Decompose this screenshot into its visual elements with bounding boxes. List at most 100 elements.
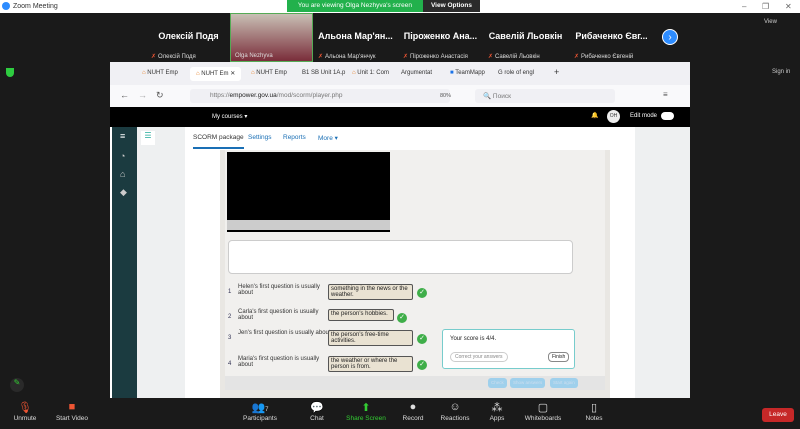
- participants-button[interactable]: 👥7 Participants: [235, 401, 285, 422]
- participant-tile-video[interactable]: Olga Nezhyva: [230, 13, 313, 62]
- minimize-icon[interactable]: –: [742, 2, 746, 11]
- answer-drop[interactable]: something in the news or the weather.: [328, 284, 413, 300]
- activity-footer: Check Show answers Start again: [225, 376, 605, 390]
- unmute-button[interactable]: 🎙 Unmute: [0, 401, 50, 422]
- dashboard-icon[interactable]: ◔: [120, 151, 125, 161]
- browser-tab[interactable]: ⌂ Unit 1: Com: [346, 67, 395, 81]
- participant-tile[interactable]: Рибаченко Євг... ✗ Рибаченко Євгеній: [570, 13, 653, 62]
- tab-label: NUHT Emp: [147, 70, 178, 76]
- browser-tab[interactable]: Argumentat: [395, 67, 438, 81]
- participant-small-name: Альона Мар'янчук: [325, 54, 376, 60]
- url-bar[interactable]: https://empower.gov.ua/mod/scorm/player.…: [190, 89, 450, 103]
- reactions-label: Reactions: [440, 415, 470, 422]
- window-title: Zoom Meeting: [13, 3, 58, 10]
- chat-button[interactable]: 💬 Chat: [292, 401, 342, 422]
- reload-icon[interactable]: ↻: [156, 90, 164, 101]
- tab-scorm-package[interactable]: SCORM package: [193, 134, 244, 149]
- whiteboard-icon: ▢: [537, 402, 549, 414]
- question-row: 1 Helen's first question is usually about…: [225, 284, 427, 306]
- tab-settings[interactable]: Settings: [248, 134, 272, 141]
- tab-label: NUHT Em: [201, 71, 229, 77]
- answer-drop[interactable]: the person's free-time activities.: [328, 330, 413, 346]
- participant-tile[interactable]: Савелій Льовкін ✗ Савелій Льовкін: [484, 13, 567, 62]
- notes-icon: ▯: [590, 402, 598, 414]
- scorm-region: 1 Helen's first question is usually about…: [185, 150, 635, 398]
- unmute-label: Unmute: [13, 415, 37, 422]
- show-answers-button[interactable]: Show answers: [510, 378, 546, 388]
- participant-name: Олексій Подя: [158, 31, 219, 41]
- question-row: 2 Carla's first question is usually about…: [225, 309, 425, 331]
- viewing-label: You are viewing Olga Nezhyva's screen: [287, 0, 423, 12]
- url-path: /mod/scorm/player.php: [276, 92, 343, 99]
- participant-count: 7: [265, 407, 269, 413]
- view-button[interactable]: View: [764, 19, 777, 25]
- finish-button[interactable]: Finish: [548, 352, 570, 362]
- answer-drop[interactable]: the weather or where the person is from.: [328, 356, 413, 372]
- new-tab-plus-icon[interactable]: +: [548, 64, 565, 78]
- next-page-chevron-icon[interactable]: ›: [662, 29, 678, 45]
- whiteboards-button[interactable]: ▢ Whiteboards: [518, 401, 568, 422]
- question-number: 4: [228, 361, 232, 367]
- muted-icon: ✗: [151, 54, 157, 60]
- participant-tile[interactable]: Альона Мар'ян... ✗ Альона Мар'янчук: [314, 13, 397, 62]
- apps-button[interactable]: ⁂ Apps: [472, 401, 522, 422]
- apps-icon: ⁂: [491, 402, 503, 414]
- mic-muted-icon: 🎙: [18, 402, 32, 414]
- question-prompt: Maria's first question is usually about: [238, 356, 320, 368]
- tab-reports[interactable]: Reports: [283, 134, 306, 141]
- annotate-pencil-icon[interactable]: ✎: [10, 378, 24, 392]
- video-controls[interactable]: [227, 220, 390, 230]
- participant-label: ✗ Олексій Подя: [151, 53, 196, 60]
- answer-bank: [228, 240, 573, 274]
- avatar[interactable]: OH: [607, 110, 620, 123]
- courses-icon[interactable]: ◆: [120, 187, 127, 198]
- browser-tab[interactable]: ⌂ NUHT Emp: [245, 67, 293, 81]
- start-again-button[interactable]: Start again: [550, 378, 578, 388]
- participants-icon: 👥7: [251, 402, 269, 414]
- forward-arrow-icon[interactable]: →: [138, 90, 147, 100]
- question-number: 3: [228, 335, 232, 341]
- leave-button[interactable]: Leave: [762, 408, 794, 422]
- check-button[interactable]: Check: [488, 378, 507, 388]
- close-icon[interactable]: ✕: [785, 2, 792, 11]
- meeting-toolbar: 🎙 Unmute ■ Start Video 👥7 Participants 💬 Cha…: [0, 398, 800, 429]
- course-index-icon[interactable]: ☰: [141, 131, 155, 145]
- participant-small-name: Рибаченко Євгеній: [581, 54, 634, 60]
- my-courses-menu[interactable]: My courses ▾: [212, 113, 247, 120]
- participant-tile[interactable]: Олексій Подя ✗ Олексій Подя: [147, 13, 230, 62]
- tab-label: NUHT Emp: [256, 70, 287, 76]
- search-input[interactable]: 🔍 Поиск: [475, 89, 615, 103]
- participant-tile[interactable]: Піроженко Ана... ✗ Піроженко Анастасія: [399, 13, 482, 62]
- start-video-label: Start Video: [55, 415, 89, 422]
- participant-label: ✗ Піроженко Анастасія: [403, 53, 468, 60]
- sign-in-link[interactable]: Sign in: [772, 69, 790, 75]
- tab-more[interactable]: More ▾: [318, 134, 338, 142]
- zoom-level[interactable]: 80%: [440, 93, 451, 99]
- view-options-button[interactable]: View Options: [422, 0, 480, 12]
- check-icon: ✓: [417, 288, 427, 298]
- menu-icon[interactable]: ≡: [663, 90, 668, 99]
- notes-button[interactable]: ▯ Notes: [569, 401, 619, 422]
- browser-tab[interactable]: B1 SB Unit 1A.p: [296, 67, 351, 81]
- home-icon[interactable]: ⌂: [120, 169, 125, 179]
- browser-tab[interactable]: ■ TeamMapp: [444, 67, 491, 81]
- tab-label: Unit 1: Com: [357, 70, 389, 76]
- participant-label: ✗ Савелій Льовкін: [488, 53, 540, 60]
- back-arrow-icon[interactable]: ←: [120, 90, 129, 100]
- participant-strip: Олексій Подя ✗ Олексій Подя Olga Nezhyva А…: [0, 13, 800, 62]
- answer-drop[interactable]: the person's hobbies.: [328, 309, 394, 321]
- share-screen-button[interactable]: ⬆ Share Screen: [341, 401, 391, 422]
- correct-answers-button[interactable]: Correct your answers: [450, 352, 508, 362]
- hamburger-icon[interactable]: ≡: [120, 131, 125, 141]
- participant-name: Піроженко Ана...: [403, 31, 478, 41]
- muted-icon: ✗: [318, 54, 324, 60]
- browser-tab[interactable]: ⌂ NUHT Emp: [136, 67, 184, 81]
- browser-tab-active[interactable]: ⌂ NUHT Em ✕: [190, 67, 242, 81]
- start-video-button[interactable]: ■ Start Video: [47, 401, 97, 422]
- edit-mode-toggle[interactable]: [661, 112, 674, 120]
- check-icon: ✓: [417, 360, 427, 370]
- bell-icon[interactable]: 🔔: [591, 112, 598, 119]
- restore-icon[interactable]: ❐: [762, 2, 769, 11]
- browser-tab[interactable]: G role of engl: [492, 67, 540, 81]
- question-number: 2: [228, 314, 232, 320]
